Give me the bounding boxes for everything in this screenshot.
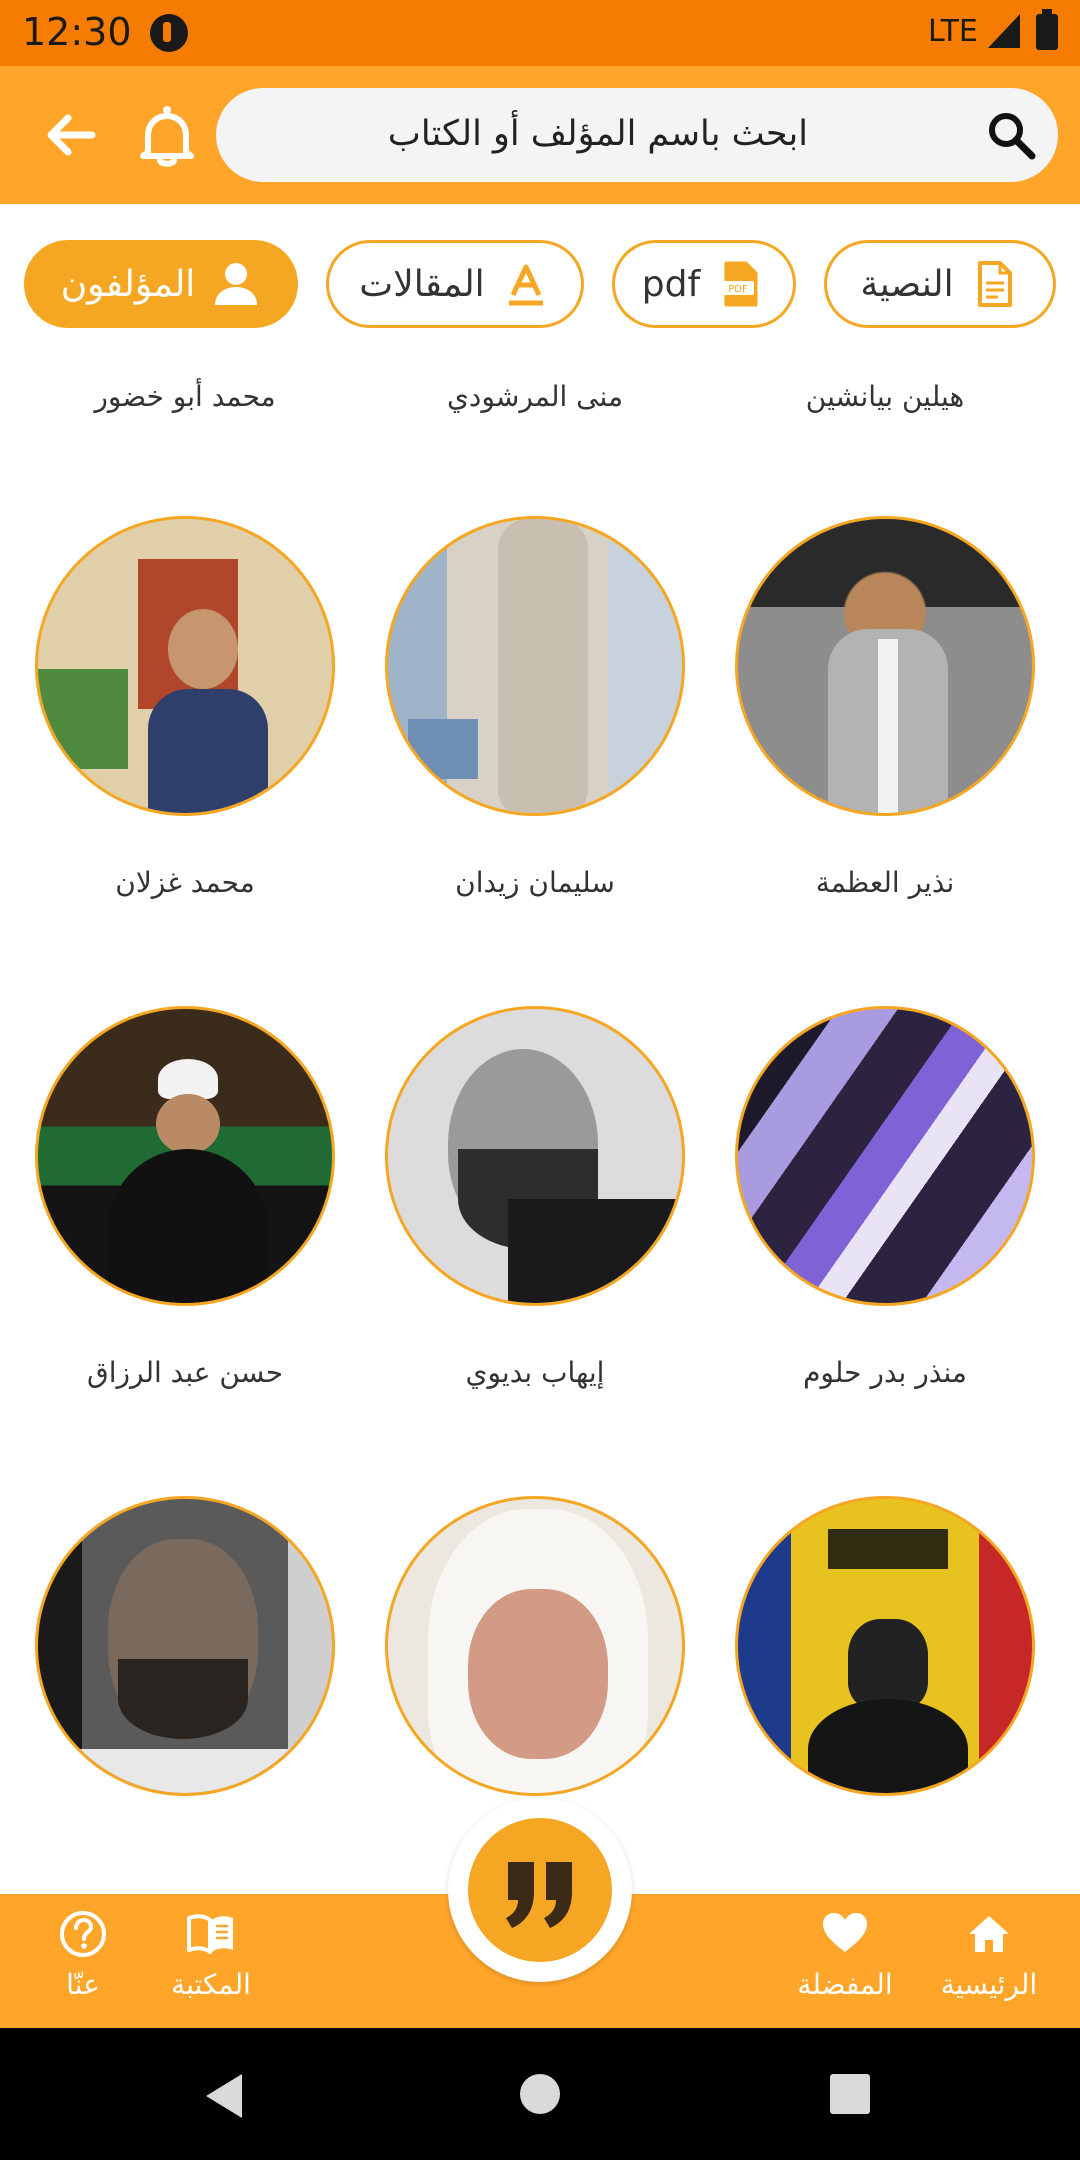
nav-home-label: الرئيسية (940, 1968, 1038, 2001)
author-name: حسن عبد الرزاق (86, 1356, 284, 1389)
author-name: منذر بدر حلوم (803, 1356, 967, 1389)
app-bar: ابحث باسم المؤلف أو الكتاب (0, 66, 1080, 204)
author-name: محمد غزلان (115, 866, 255, 899)
filter-text-label: النصية (860, 263, 954, 305)
author-photo (35, 516, 335, 816)
system-back-icon[interactable] (206, 2074, 242, 2118)
search-input[interactable]: ابحث باسم المؤلف أو الكتاب (216, 88, 1058, 182)
quote-icon (506, 1862, 572, 1928)
author-name: هيلين بيانشين (805, 380, 965, 413)
nav-home[interactable]: الرئيسية (924, 1908, 1054, 2018)
author-photo (735, 516, 1035, 816)
filter-articles[interactable]: المقالات (326, 240, 584, 328)
person-icon (215, 263, 258, 305)
nav-library-label: المكتبة (171, 1968, 251, 2001)
arrow-left-icon (47, 114, 96, 156)
network-type: LTE (928, 14, 978, 49)
author-photo (735, 1006, 1035, 1306)
author-photo (35, 1496, 335, 1796)
nav-favorites-label: المفضلة (797, 1968, 893, 2001)
nav-library[interactable]: المكتبة (146, 1908, 276, 2018)
system-home-icon[interactable] (520, 2074, 560, 2114)
status-time: 12:30 (22, 10, 132, 54)
pdf-icon: PDF (722, 261, 758, 307)
search-icon[interactable] (984, 108, 1040, 164)
author-photo (735, 1496, 1035, 1796)
author-name: نذير العظمة (815, 866, 955, 899)
filter-articles-label: المقالات (359, 263, 485, 305)
filter-authors[interactable]: المؤلفون (24, 240, 298, 328)
author-photo (385, 1006, 685, 1306)
search-placeholder: ابحث باسم المؤلف أو الكتاب (387, 114, 808, 154)
filter-pdf-label: pdf (641, 263, 701, 305)
filter-chips: النصية pdf PDF المقالات المؤلفون (0, 240, 1080, 328)
svg-text:PDF: PDF (728, 284, 748, 295)
screen: 12:30 LTE ابحث باسم المؤلف أو الكتاب الن… (0, 0, 1080, 2160)
author-photo (385, 1496, 685, 1796)
status-bar: 12:30 LTE (0, 0, 1080, 66)
author-name: إيهاب بديوي (465, 1356, 605, 1389)
nav-about[interactable]: عنّا (18, 1908, 148, 2018)
home-icon (969, 1916, 1009, 1952)
author-photo (35, 1006, 335, 1306)
notifications-button[interactable] (130, 100, 204, 174)
system-recents-icon[interactable] (830, 2074, 870, 2114)
author-name: محمد أبو خضور (94, 380, 276, 413)
font-icon (508, 264, 543, 306)
author-photo (385, 516, 685, 816)
book-icon (187, 1914, 233, 1954)
filter-text[interactable]: النصية (824, 240, 1056, 328)
filter-authors-label: المؤلفون (60, 263, 196, 305)
help-circle-icon (60, 1911, 106, 1957)
author-name: منى المرشودي (447, 380, 623, 413)
authors-grid: هيلين بيانشين منى المرشودي محمد أبو خضور… (0, 360, 1080, 1860)
heart-icon (823, 1913, 867, 1952)
notification-app-icon (150, 14, 188, 52)
bell-icon (140, 106, 194, 167)
quotes-button[interactable] (468, 1818, 612, 1962)
battery-icon (1036, 9, 1058, 50)
system-navigation-bar (0, 2028, 1080, 2160)
nav-about-label: عنّا (66, 1968, 100, 2001)
filter-pdf[interactable]: pdf PDF (612, 240, 796, 328)
signal-icon (988, 14, 1020, 48)
author-name: سليمان زيدان (455, 866, 615, 899)
nav-favorites[interactable]: المفضلة (780, 1908, 910, 2018)
back-button[interactable] (36, 100, 106, 170)
document-icon (977, 261, 1012, 307)
